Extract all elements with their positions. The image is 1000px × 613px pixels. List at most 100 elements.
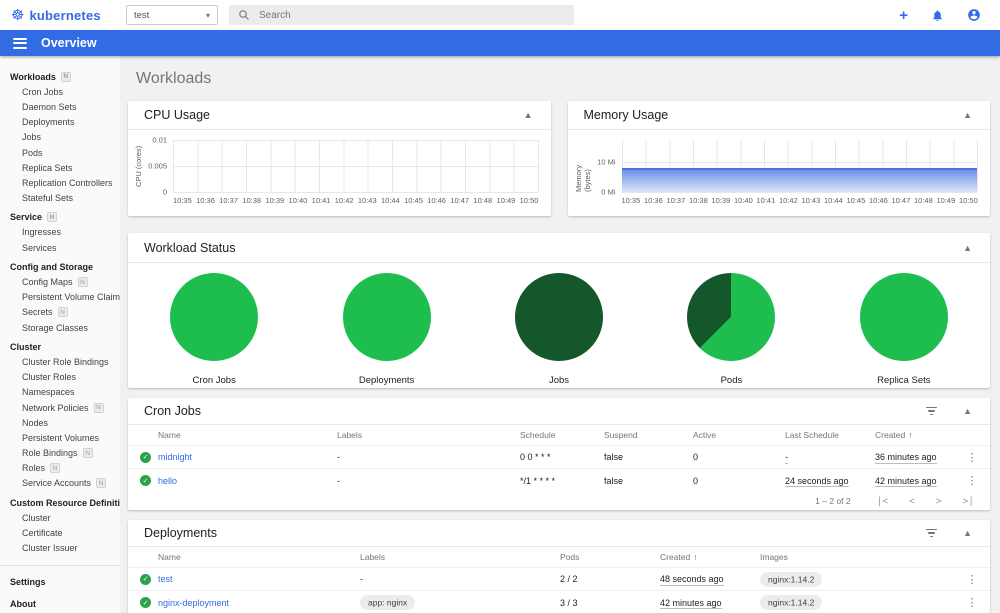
sidebar-item[interactable]: Daemon Sets	[0, 99, 120, 114]
status-pie: Deployments	[300, 273, 472, 386]
sidebar-item[interactable]: Namespaces	[0, 385, 120, 400]
sidebar-item[interactable]: Cron Jobs	[0, 84, 120, 99]
sidebar-item[interactable]: Cluster Roles	[0, 370, 120, 385]
namespaced-badge: N	[96, 478, 107, 489]
cell-active: 0	[693, 475, 699, 486]
col-last-schedule[interactable]: Last Schedule	[785, 430, 875, 440]
pagination: 1 – 2 of 2 |< < > >|	[128, 492, 990, 510]
sidebar-item[interactable]: Workloads N	[0, 69, 120, 84]
row-menu-kebab-icon[interactable]: ⋮	[954, 573, 990, 586]
sidebar-item[interactable]: Nodes	[0, 415, 120, 430]
pie-label: Cron Jobs	[192, 375, 236, 386]
col-schedule[interactable]: Schedule	[520, 430, 604, 440]
user-account-icon[interactable]	[967, 8, 981, 22]
sidebar-item[interactable]: Replica Sets	[0, 160, 120, 175]
main-content: Workloads CPU Usage ▲ CPU (cores) 0.01 0.…	[120, 56, 1000, 613]
cronjob-name-link[interactable]: hello	[158, 476, 337, 486]
collapse-caret-icon[interactable]: ▲	[961, 404, 974, 418]
deployment-name-link[interactable]: test	[158, 574, 360, 584]
logo-text: kubernetes	[29, 7, 101, 23]
col-labels[interactable]: Labels	[360, 552, 560, 562]
cpu-chart: CPU (cores) 0.01 0.005 0 10:35 10:36 10:…	[128, 130, 551, 205]
sidebar-item[interactable]: Cluster Role Bindings	[0, 354, 120, 369]
collapse-caret-icon[interactable]: ▲	[961, 241, 974, 255]
sidebar-item[interactable]: Roles N	[0, 461, 120, 476]
col-active[interactable]: Active	[693, 430, 785, 440]
sidebar-item-label: Cluster Role Bindings	[22, 356, 109, 367]
menu-hamburger-icon[interactable]	[13, 37, 27, 49]
search-bar[interactable]	[229, 5, 574, 25]
sidebar-item[interactable]: Role Bindings N	[0, 446, 120, 461]
search-input[interactable]	[259, 9, 565, 21]
sidebar-item[interactable]: Jobs	[0, 130, 120, 145]
col-created[interactable]: Created ↑	[875, 430, 954, 440]
col-suspend[interactable]: Suspend	[604, 430, 693, 440]
notifications-bell-icon[interactable]	[931, 9, 944, 22]
sidebar-item[interactable]: Deployments	[0, 115, 120, 130]
sidebar-item[interactable]: Pods	[0, 145, 120, 160]
sidebar-item[interactable]: Storage Classes	[0, 320, 120, 335]
cron-table-body: ✓ midnight - 0 0 * * * false 0 - 36 minu…	[128, 446, 990, 492]
pie-chart	[687, 273, 776, 361]
col-pods[interactable]: Pods	[560, 552, 660, 562]
filter-icon[interactable]	[924, 405, 939, 417]
namespaced-badge: N	[60, 71, 71, 82]
row-menu-kebab-icon[interactable]: ⋮	[954, 474, 990, 487]
sidebar-item[interactable]: Secrets N	[0, 305, 120, 320]
col-images[interactable]: Images	[760, 552, 954, 562]
sidebar-item[interactable]: About	[0, 596, 120, 611]
pie-chart	[170, 273, 259, 361]
sidebar-item[interactable]: Cluster	[0, 339, 120, 354]
namespace-selector[interactable]: test ▾	[126, 5, 218, 25]
col-name[interactable]: Name	[158, 552, 360, 562]
namespaced-badge: N	[77, 277, 88, 288]
sidebar-item[interactable]: Persistent Volumes	[0, 430, 120, 445]
sidebar-item[interactable]: Persistent Volume Claims N	[0, 290, 120, 305]
sidebar-item[interactable]: Ingresses	[0, 225, 120, 240]
sidebar-item[interactable]: Service N	[0, 210, 120, 225]
sidebar-item-label: Namespaces	[22, 387, 75, 398]
sidebar-item[interactable]: Certificate	[0, 525, 120, 540]
sidebar-item[interactable]: Config and Storage	[0, 259, 120, 274]
sidebar-item[interactable]: Cluster Issuer	[0, 541, 120, 556]
sidebar-item[interactable]: Config Maps N	[0, 274, 120, 289]
create-resource-button[interactable]: +	[899, 8, 908, 23]
cronjob-name-link[interactable]: midnight	[158, 452, 337, 462]
collapse-caret-icon[interactable]: ▲	[961, 108, 974, 122]
kubernetes-logo[interactable]: ☸ kubernetes	[0, 8, 118, 23]
prev-page-icon[interactable]: <	[909, 496, 915, 507]
row-menu-kebab-icon[interactable]: ⋮	[954, 596, 990, 609]
sidebar-item[interactable]: Services	[0, 240, 120, 255]
sidebar-item[interactable]: Service Accounts N	[0, 476, 120, 491]
pagination-range: 1 – 2 of 2	[815, 496, 851, 506]
deployment-name-link[interactable]: nginx-deployment	[158, 598, 360, 608]
sidebar-item[interactable]: Cluster	[0, 510, 120, 525]
filter-icon[interactable]	[924, 527, 939, 539]
col-name[interactable]: Name	[158, 430, 337, 440]
sidebar-item[interactable]: Network Policies N	[0, 400, 120, 415]
next-page-icon[interactable]: >	[936, 496, 942, 507]
pie-label: Pods	[720, 375, 743, 386]
sidebar-item-label: Cron Jobs	[22, 86, 64, 97]
status-ok-icon: ✓	[140, 597, 151, 608]
col-labels[interactable]: Labels	[337, 430, 520, 440]
sidebar-item[interactable]: Settings	[0, 575, 120, 590]
workload-status-title: Workload Status	[144, 240, 236, 255]
sidebar-item[interactable]: Custom Resource Definitions	[0, 495, 120, 510]
cell-created: 48 seconds ago	[660, 574, 724, 586]
collapse-caret-icon[interactable]: ▲	[522, 108, 535, 122]
sidebar-item[interactable]: Stateful Sets	[0, 191, 120, 206]
sidebar-item[interactable]: Replication Controllers	[0, 175, 120, 190]
col-created[interactable]: Created ↑	[660, 552, 760, 562]
last-page-icon[interactable]: >|	[963, 496, 974, 507]
sidebar-item-label: Daemon Sets	[22, 101, 77, 112]
collapse-caret-icon[interactable]: ▲	[961, 526, 974, 540]
cell-images: nginx:1.14.2	[760, 571, 954, 587]
row-menu-kebab-icon[interactable]: ⋮	[954, 451, 990, 464]
pie-label: Replica Sets	[877, 375, 931, 386]
sidebar-item[interactable]	[0, 564, 120, 566]
kubernetes-wheel-icon: ☸	[11, 6, 25, 24]
first-page-icon[interactable]: |<	[877, 496, 888, 507]
status-ok-icon: ✓	[140, 573, 151, 585]
table-row: ✓ nginx-deployment app: nginx 3 / 3 42 m…	[128, 591, 990, 613]
